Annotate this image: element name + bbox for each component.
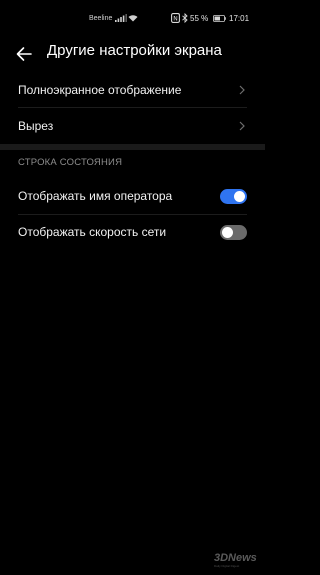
page-title: Другие настройки экрана — [47, 42, 222, 59]
chevron-right-icon — [239, 85, 245, 95]
divider — [18, 107, 247, 108]
show-operator-name-toggle[interactable] — [220, 189, 247, 204]
chevron-right-icon — [239, 121, 245, 131]
fullscreen-display-label: Полноэкранное отображение — [18, 83, 182, 97]
section-divider — [0, 144, 265, 150]
show-operator-name-label: Отображать имя оператора — [18, 189, 173, 203]
nfc-icon: N — [171, 13, 180, 23]
notch-item[interactable]: Вырез — [0, 109, 265, 143]
app-header: Другие настройки экрана — [0, 38, 265, 70]
notch-label: Вырез — [18, 119, 54, 133]
battery-icon — [213, 15, 226, 22]
wifi-icon — [128, 15, 138, 22]
show-network-speed-item: Отображать скорость сети — [0, 215, 265, 249]
svg-text:N: N — [173, 15, 178, 22]
section-title-status-bar: СТРОКА СОСТОЯНИЯ — [18, 157, 123, 168]
toggle-knob — [234, 191, 245, 202]
battery-percent: 55 % — [190, 14, 209, 23]
status-bar: Beeline N 55 % 17:01 — [0, 0, 265, 38]
show-network-speed-label: Отображать скорость сети — [18, 225, 167, 239]
watermark: 3DNews Daily Digital Digest — [214, 552, 260, 570]
signal-icon — [115, 14, 127, 22]
watermark-logo: 3DNews — [214, 552, 257, 564]
toggle-knob — [222, 227, 233, 238]
back-arrow-icon[interactable] — [14, 44, 34, 64]
clock: 17:01 — [229, 14, 250, 23]
fullscreen-display-item[interactable]: Полноэкранное отображение — [0, 73, 265, 107]
bluetooth-icon — [182, 13, 188, 23]
show-operator-name-item: Отображать имя оператора — [0, 180, 265, 214]
show-network-speed-toggle[interactable] — [220, 225, 247, 240]
watermark-tagline: Daily Digital Digest — [214, 564, 240, 568]
carrier-name: Beeline — [89, 15, 113, 22]
